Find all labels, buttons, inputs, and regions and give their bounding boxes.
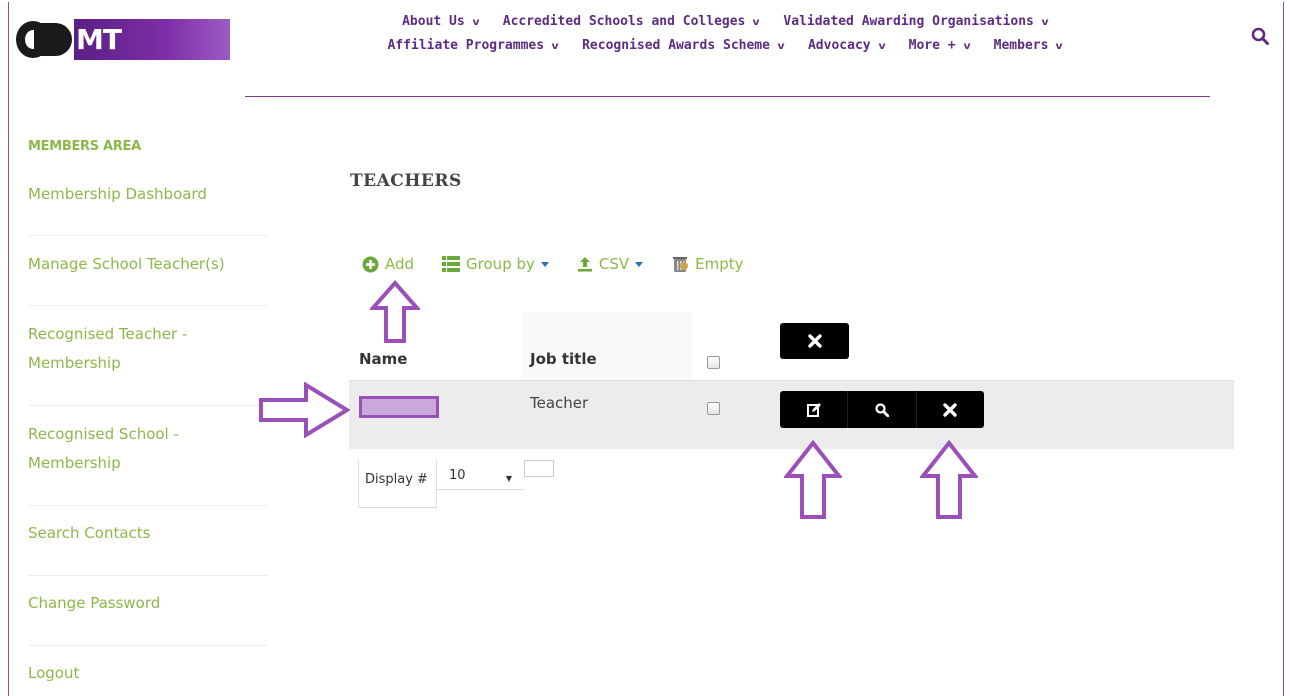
trash-icon xyxy=(671,255,689,273)
annotation-arrow-up-delete xyxy=(920,440,978,519)
close-icon xyxy=(807,334,822,348)
teacher-name-cell[interactable] xyxy=(359,396,439,418)
annotation-arrow-right-name xyxy=(259,382,350,438)
annotation-arrow-up-edit xyxy=(784,440,842,519)
sidebar-item-change-password[interactable]: Change Password xyxy=(28,576,268,646)
edit-button[interactable] xyxy=(780,391,849,428)
table-header: Name Job title xyxy=(349,312,1234,380)
annotation-arrow-up-add xyxy=(370,280,420,343)
row-checkbox[interactable] xyxy=(707,402,720,415)
search-icon[interactable] xyxy=(1251,27,1269,45)
sidebar-heading: MEMBERS AREA xyxy=(28,139,141,154)
empty-button[interactable]: Empty xyxy=(671,255,744,273)
sidebar-item-search-contacts[interactable]: Search Contacts xyxy=(28,506,268,576)
column-header-name[interactable]: Name xyxy=(359,350,407,368)
cdmt-logo[interactable]: MT xyxy=(12,19,230,60)
nav-row-2: Affiliate Programmes v Recognised Awards … xyxy=(240,34,1210,58)
members-sidebar: MEMBERS AREA Membership Dashboard Manage… xyxy=(28,136,268,696)
row-actions xyxy=(780,391,984,428)
delete-selected-button[interactable] xyxy=(780,323,849,359)
nav-about-us[interactable]: About Us v xyxy=(402,10,480,34)
list-icon xyxy=(442,256,461,272)
teacher-job-title-cell: Teacher xyxy=(530,394,589,412)
plus-circle-icon xyxy=(362,256,379,273)
nav-validated-awarding[interactable]: Validated Awarding Organisations v xyxy=(783,10,1049,34)
nav-row-1: About Us v Accredited Schools and College… xyxy=(240,10,1210,34)
display-count-select[interactable]: 10 ▼ xyxy=(437,460,524,490)
magnifier-icon xyxy=(875,402,889,417)
sidebar-item-recognised-school[interactable]: Recognised School - Membership xyxy=(28,406,268,506)
chevron-down-icon: v xyxy=(877,41,886,52)
list-toolbar: Add Group by CSV Empty xyxy=(362,255,772,273)
select-all-checkbox[interactable] xyxy=(707,356,720,369)
display-count-label: Display # xyxy=(358,460,437,508)
chevron-down-icon: v xyxy=(962,41,971,52)
page-title: TEACHERS xyxy=(350,171,462,191)
nav-advocacy[interactable]: Advocacy v xyxy=(808,34,886,58)
sidebar-item-manage-teachers[interactable]: Manage School Teacher(s) xyxy=(28,236,268,306)
csv-dropdown[interactable]: CSV xyxy=(577,255,644,273)
chevron-down-icon: v xyxy=(752,17,761,28)
sidebar-item-recognised-teacher[interactable]: Recognised Teacher - Membership xyxy=(28,306,268,406)
sidebar-item-dashboard[interactable]: Membership Dashboard xyxy=(28,158,268,236)
caret-down-icon: ▼ xyxy=(505,474,512,483)
sidebar-item-logout[interactable]: Logout xyxy=(28,646,268,696)
logo-mark xyxy=(12,19,74,60)
nav-members[interactable]: Members v xyxy=(994,34,1064,58)
chevron-down-icon: v xyxy=(1055,41,1064,52)
caret-down-icon xyxy=(635,261,644,267)
edit-icon xyxy=(806,402,821,417)
caret-down-icon xyxy=(540,261,549,267)
add-button[interactable]: Add xyxy=(362,255,414,273)
pagination-limit: Display # 10 ▼ xyxy=(358,460,554,508)
column-header-job-title[interactable]: Job title xyxy=(530,350,597,368)
view-button[interactable] xyxy=(848,391,917,428)
nav-more[interactable]: More + v xyxy=(909,34,971,58)
teachers-table: Name Job title Teacher xyxy=(349,312,1234,449)
chevron-down-icon: v xyxy=(777,41,785,52)
table-row: Teacher xyxy=(349,380,1234,449)
close-icon xyxy=(943,402,958,417)
group-by-dropdown[interactable]: Group by xyxy=(442,255,549,273)
logo-text: MT xyxy=(74,19,230,60)
main-nav: About Us v Accredited Schools and College… xyxy=(240,10,1210,58)
chevron-down-icon: v xyxy=(551,41,560,52)
nav-accredited-schools[interactable]: Accredited Schools and Colleges v xyxy=(503,10,761,34)
chevron-down-icon: v xyxy=(471,17,480,28)
pager-extra-box xyxy=(524,460,554,477)
nav-affiliate-programmes[interactable]: Affiliate Programmes v xyxy=(388,34,559,58)
chevron-down-icon: v xyxy=(1040,17,1049,28)
upload-icon xyxy=(577,256,593,272)
nav-divider xyxy=(245,96,1210,97)
delete-button[interactable] xyxy=(917,391,984,428)
nav-recognised-awards[interactable]: Recognised Awards Scheme v xyxy=(582,34,785,58)
